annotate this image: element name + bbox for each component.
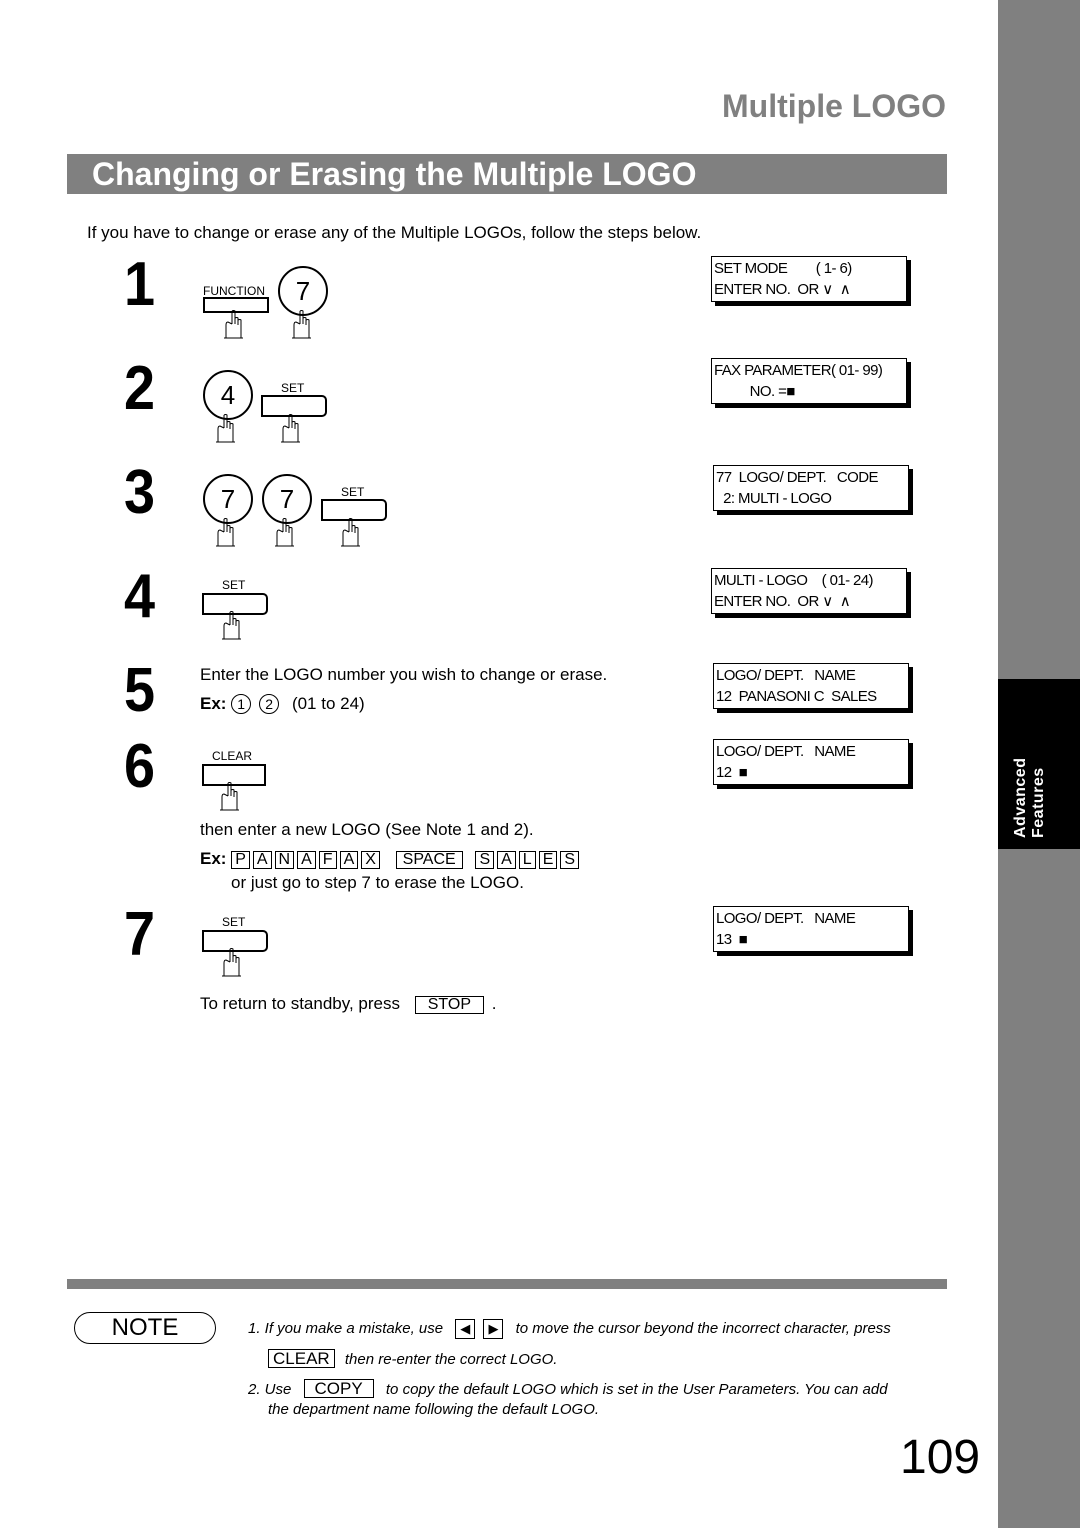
step-number: 2 [124, 354, 156, 423]
standby-end: . [491, 994, 497, 1013]
step6-alt-text: or just go to step 7 to erase the LOGO. [231, 873, 524, 892]
digit-key-7[interactable]: 7 [203, 474, 253, 524]
hand-press-icon [220, 948, 246, 978]
lcd-line: 2: MULTI - LOGO [716, 490, 832, 507]
side-tab-line1: Advanced [1012, 757, 1029, 838]
copy-key-ref: COPY [303, 1379, 374, 1398]
lcd-display: 77 LOGO/ DEPT. CODE 2: MULTI - LOGO [713, 465, 909, 511]
page-title: Changing or Erasing the Multiple LOGO [92, 156, 697, 192]
lcd-line: FAX PARAMETER( 01- 99) [714, 362, 883, 379]
standby-text: To return to standby, press [200, 994, 401, 1013]
char-key: P [231, 851, 250, 869]
char-key: S [475, 851, 495, 869]
hand-press-icon [214, 518, 240, 548]
lcd-display: LOGO/ DEPT. NAME 13 ■ [713, 906, 909, 952]
left-arrow-icon: ◀ [455, 1319, 476, 1339]
key-label-function: FUNCTION [203, 284, 265, 298]
lcd-display: LOGO/ DEPT. NAME 12 PANASONI C SALES [713, 663, 909, 709]
lcd-line: 12 ■ [716, 764, 748, 781]
char-key: X [361, 851, 380, 869]
digit-key-7[interactable]: 7 [262, 474, 312, 524]
step5-instruction: Enter the LOGO number you wish to change… [200, 665, 608, 684]
step-number: 7 [124, 900, 156, 969]
hand-press-icon [273, 518, 299, 548]
note-item-1-cont: CLEAR then re-enter the correct LOGO. [268, 1349, 557, 1368]
step-number: 4 [124, 562, 156, 631]
stop-key: STOP [414, 996, 485, 1014]
char-key: A [252, 851, 272, 869]
char-key: N [274, 851, 295, 869]
lcd-display: MULTI - LOGO ( 01- 24) ENTER NO. OR ∨ ∧ [711, 568, 907, 614]
example-label: Ex: [200, 849, 227, 868]
intro-text: If you have to change or erase any of th… [87, 223, 702, 242]
digit-key-1: 1 [231, 694, 252, 714]
example-label: Ex: [200, 694, 227, 713]
clear-key-ref: CLEAR [268, 1349, 335, 1368]
digit-key-7[interactable]: 7 [278, 266, 328, 316]
note-item-2: 2. Use COPY to copy the default LOGO whi… [248, 1379, 888, 1398]
step5-example: Ex: 12 (01 to 24) [200, 694, 365, 714]
lcd-line: 13 ■ [716, 931, 748, 948]
hand-press-icon [218, 782, 244, 812]
lcd-line: 12 PANASONI C SALES [716, 688, 877, 705]
step-number: 6 [124, 732, 156, 801]
lcd-line: ENTER NO. OR ∨ ∧ [714, 593, 851, 610]
note-text: 1. If you make a mistake, use [248, 1320, 444, 1337]
step6-example: Ex: PANAFAX SPACE SALES [200, 849, 582, 869]
char-key: S [560, 851, 580, 869]
char-key: A [497, 851, 516, 869]
lcd-line: SET MODE ( 1- 6) [714, 260, 852, 277]
key-label-set: SET [341, 485, 365, 499]
char-key: L [518, 851, 536, 869]
side-tab-line2: Features [1030, 767, 1047, 838]
hand-press-icon [214, 414, 240, 444]
digit-key-4[interactable]: 4 [203, 370, 253, 420]
note-badge: NOTE [74, 1312, 216, 1344]
note-item-1: 1. If you make a mistake, use ◀ ▶ to mov… [248, 1319, 891, 1339]
standby-instruction: To return to standby, press STOP . [200, 994, 497, 1014]
note-text: 2. Use [248, 1381, 292, 1398]
page-number: 109 [900, 1431, 981, 1484]
step-number: 5 [124, 656, 156, 725]
key-label-set: SET [281, 381, 305, 395]
right-arrow-icon: ▶ [483, 1319, 504, 1339]
char-key: F [318, 851, 337, 869]
lcd-line: LOGO/ DEPT. NAME [716, 743, 856, 760]
lcd-line: NO. =■ [714, 383, 796, 400]
note-text: then re-enter the correct LOGO. [344, 1351, 558, 1368]
hand-press-icon [339, 518, 365, 548]
char-key: A [297, 851, 316, 869]
section-divider [67, 1279, 947, 1289]
note-text: to move the cursor beyond the incorrect … [515, 1320, 891, 1337]
example-range: (01 to 24) [291, 694, 365, 713]
lcd-line: LOGO/ DEPT. NAME [716, 910, 856, 927]
note-item-2-cont: the department name following the defaul… [268, 1401, 600, 1418]
hand-press-icon [290, 310, 316, 340]
lcd-display: LOGO/ DEPT. NAME 12 ■ [713, 739, 909, 785]
section-title: Multiple LOGO [722, 88, 946, 124]
char-key: E [538, 851, 558, 869]
hand-press-icon [279, 414, 305, 444]
hand-press-icon [222, 310, 248, 340]
lcd-line: MULTI - LOGO ( 01- 24) [714, 572, 874, 589]
key-label-set: SET [222, 915, 246, 929]
step6-instruction: then enter a new LOGO (See Note 1 and 2)… [200, 820, 534, 839]
side-tab-label: Advanced Features [1012, 668, 1048, 838]
digit-key-2: 2 [259, 694, 280, 714]
lcd-line: ENTER NO. OR ∨ ∧ [714, 281, 851, 298]
lcd-display: SET MODE ( 1- 6) ENTER NO. OR ∨ ∧ [711, 256, 907, 302]
lcd-line: 77 LOGO/ DEPT. CODE [716, 469, 878, 486]
note-text: to copy the default LOGO which is set in… [385, 1381, 888, 1398]
step-number: 3 [124, 458, 156, 527]
lcd-line: LOGO/ DEPT. NAME [716, 667, 856, 684]
char-key: A [339, 851, 359, 869]
step-number: 1 [124, 250, 156, 319]
hand-press-icon [220, 611, 246, 641]
space-key: SPACE [395, 851, 463, 869]
lcd-display: FAX PARAMETER( 01- 99) NO. =■ [711, 358, 907, 404]
key-label-clear: CLEAR [212, 749, 253, 763]
key-label-set: SET [222, 578, 246, 592]
